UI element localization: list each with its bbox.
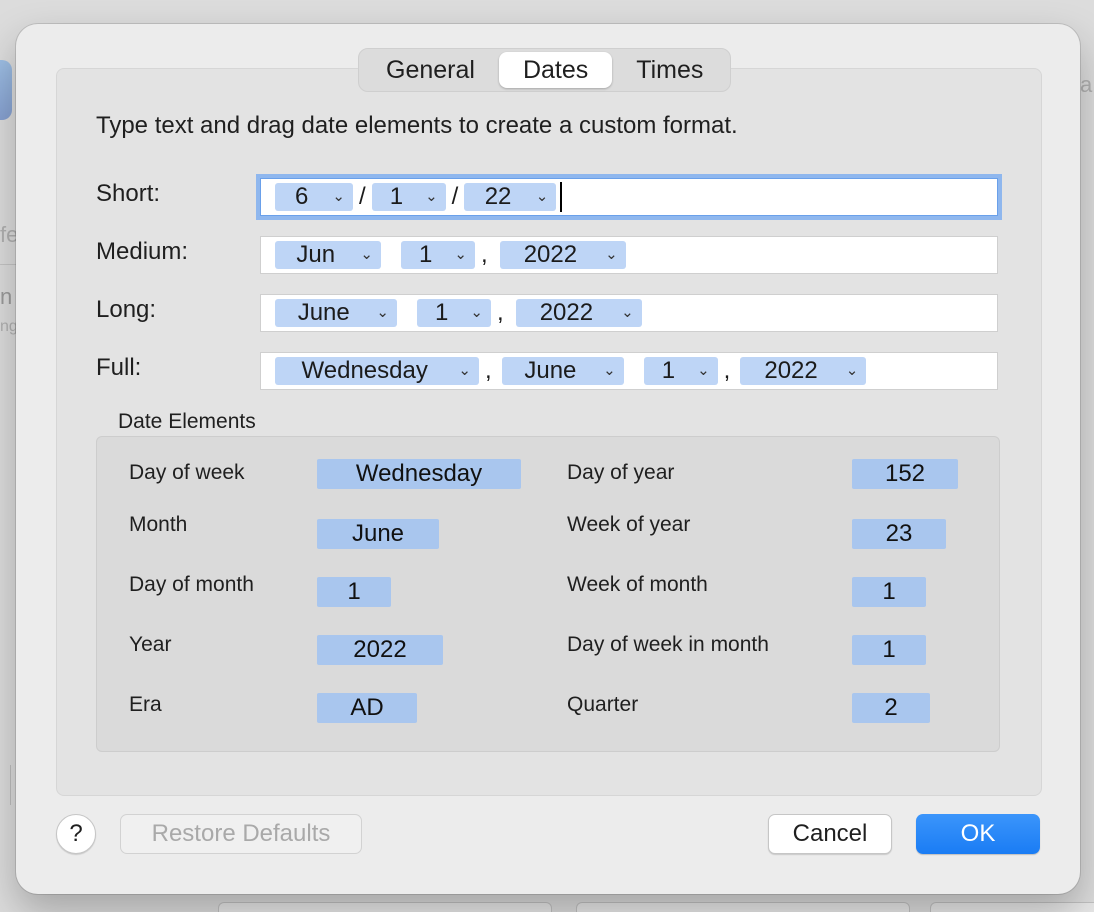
date-format-sheet: General Dates Times Type text and drag d… [16, 24, 1080, 894]
tab-bar: General Dates Times [358, 48, 732, 92]
long-separator: , [497, 299, 504, 326]
long-year-token[interactable]: 2022 ⌄ [515, 299, 642, 327]
chevron-down-icon: ⌄ [621, 304, 634, 321]
app-icon [0, 60, 12, 120]
element-era[interactable]: AD [317, 693, 417, 723]
help-button[interactable]: ? [56, 814, 96, 854]
background-tab [930, 902, 1094, 912]
chevron-down-icon: ⌄ [360, 246, 373, 263]
element-month[interactable]: June [317, 519, 439, 549]
short-label: Short: [96, 180, 161, 207]
element-week-of-month[interactable]: 1 [852, 577, 926, 607]
element-label-week-of-month: Week of month [567, 573, 708, 596]
element-day-of-month[interactable]: 1 [317, 577, 391, 607]
long-month-token[interactable]: June ⌄ [275, 299, 397, 327]
chevron-down-icon: ⌄ [845, 362, 859, 379]
medium-separator: , [481, 241, 488, 268]
tab-general[interactable]: General [362, 52, 499, 88]
full-month-token[interactable]: June ⌄ [501, 357, 624, 385]
medium-year-token[interactable]: 2022 ⌄ [499, 241, 626, 269]
tab-times[interactable]: Times [612, 52, 727, 88]
chevron-down-icon: ⌄ [697, 362, 710, 379]
background-divider [0, 264, 16, 265]
ok-button[interactable]: OK [916, 814, 1040, 854]
long-day-token[interactable]: 1 ⌄ [417, 299, 491, 327]
medium-month-token[interactable]: Jun ⌄ [275, 241, 381, 269]
element-label-day-of-week-in-month: Day of week in month [567, 633, 769, 656]
element-day-of-year[interactable]: 152 [852, 459, 958, 489]
full-weekday-token[interactable]: Wednesday ⌄ [275, 357, 479, 385]
element-label-day-of-week: Day of week [129, 461, 245, 484]
instructions-text: Type text and drag date elements to crea… [96, 112, 738, 139]
full-day-token[interactable]: 1 ⌄ [643, 357, 718, 385]
element-label-year: Year [129, 633, 172, 656]
medium-day-token[interactable]: 1 ⌄ [401, 241, 475, 269]
element-label-quarter: Quarter [567, 693, 639, 716]
chevron-down-icon: ⌄ [605, 246, 618, 263]
full-format-field[interactable]: Wednesday ⌄ , June ⌄ 1 ⌄ , 2022 ⌄ [260, 352, 998, 390]
short-format-field[interactable]: 6 ⌄ / 1 ⌄ / 22 ⌄ [260, 178, 998, 216]
full-separator: , [485, 357, 492, 384]
element-quarter[interactable]: 2 [852, 693, 930, 723]
element-label-day-of-month: Day of month [129, 573, 254, 596]
element-label-month: Month [129, 513, 188, 536]
long-label: Long: [96, 296, 157, 323]
chevron-down-icon: ⌄ [470, 304, 483, 321]
short-month-token[interactable]: 6 ⌄ [275, 183, 353, 211]
short-separator: / [359, 183, 366, 210]
short-day-token[interactable]: 1 ⌄ [371, 183, 446, 211]
element-label-era: Era [129, 693, 162, 716]
background-divider [10, 765, 11, 805]
restore-defaults-button[interactable]: Restore Defaults [120, 814, 362, 854]
full-separator: , [723, 357, 731, 384]
chevron-down-icon: ⌄ [603, 362, 616, 379]
medium-label: Medium: [96, 238, 189, 265]
tab-dates[interactable]: Dates [498, 52, 613, 88]
element-label-week-of-year: Week of year [567, 513, 691, 536]
chevron-down-icon: ⌄ [458, 362, 471, 379]
element-week-of-year[interactable]: 23 [852, 519, 946, 549]
background-tab [576, 902, 910, 912]
chevron-down-icon: ⌄ [535, 188, 549, 205]
element-day-of-week-in-month[interactable]: 1 [852, 635, 926, 665]
chevron-down-icon: ⌄ [376, 304, 389, 321]
chevron-down-icon: ⌄ [332, 188, 345, 205]
element-day-of-week[interactable]: Wednesday [317, 459, 521, 489]
medium-format-field[interactable]: Jun ⌄ 1 ⌄ , 2022 ⌄ [260, 236, 998, 274]
background-tab [218, 902, 552, 912]
cancel-button[interactable]: Cancel [768, 814, 892, 854]
element-label-day-of-year: Day of year [567, 461, 675, 484]
text-caret [560, 182, 563, 212]
short-separator: / [451, 183, 459, 210]
full-year-token[interactable]: 2022 ⌄ [740, 357, 867, 385]
date-elements-title: Date Elements [118, 410, 256, 433]
date-elements-box: Day of week Wednesday Month June Day of … [96, 436, 1000, 752]
background-text: a [1080, 72, 1093, 97]
chevron-down-icon: ⌄ [425, 188, 438, 205]
short-year-token[interactable]: 22 ⌄ [464, 183, 557, 211]
background-text: n [0, 284, 13, 309]
long-format-field[interactable]: June ⌄ 1 ⌄ , 2022 ⌄ [260, 294, 998, 332]
full-label: Full: [96, 354, 142, 381]
chevron-down-icon: ⌄ [454, 246, 467, 263]
element-year[interactable]: 2022 [317, 635, 443, 665]
